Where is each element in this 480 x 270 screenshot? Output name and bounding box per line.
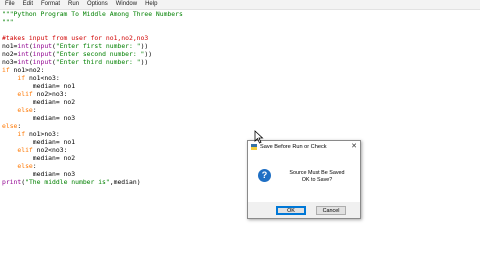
code-token: : xyxy=(32,106,37,114)
code-token: input xyxy=(32,50,53,58)
code-token: input xyxy=(32,58,53,66)
dialog-message-line1: Source Must Be Saved xyxy=(289,170,345,176)
code-token: ,median) xyxy=(109,178,141,186)
code-token: "Enter third number: " xyxy=(55,58,141,66)
cancel-button[interactable]: Cancel xyxy=(316,206,346,215)
code-token: else xyxy=(17,106,33,114)
code-token: no2<no3: xyxy=(32,146,68,154)
code-token: no1>no3: xyxy=(25,130,60,138)
python-feather-icon xyxy=(251,144,257,150)
mouse-pointer-icon xyxy=(254,130,264,144)
code-token: no1<no3: xyxy=(25,74,60,82)
code-token: """ xyxy=(2,18,14,26)
menu-format[interactable]: Format xyxy=(37,0,64,9)
code-line: median= no3 xyxy=(2,170,75,178)
code-line: if no1>no2: xyxy=(2,66,44,74)
code-line: """ xyxy=(2,18,14,26)
menu-edit[interactable]: Edit xyxy=(19,0,37,9)
code-token: median= no3 xyxy=(2,114,76,122)
code-line: median= no3 xyxy=(2,114,75,122)
code-line: elif no2>no3: xyxy=(2,90,67,98)
code-line: #takes input from user for no1,no2,no3 xyxy=(2,34,148,42)
menu-window[interactable]: Window xyxy=(112,0,141,9)
code-token: )) xyxy=(144,50,153,58)
code-token: else xyxy=(17,162,33,170)
code-line: else: xyxy=(2,162,37,170)
code-token: no1= xyxy=(2,42,18,50)
code-token: : xyxy=(17,122,22,130)
menu-options[interactable]: Options xyxy=(83,0,112,9)
code-line: elif no2<no3: xyxy=(2,146,67,154)
code-line: no1=int(input("Enter first number: ")) xyxy=(2,42,148,50)
code-token: no1>no2: xyxy=(9,66,45,74)
code-token: no2= xyxy=(2,50,18,58)
code-token: median= no1 xyxy=(2,82,76,90)
code-token: input xyxy=(32,42,53,50)
code-line: no2=int(input("Enter second number: ")) xyxy=(2,50,152,58)
dialog-title-bar: Save Before Run or Check ✕ xyxy=(248,141,360,153)
menu-bar: File Edit Format Run Options Window Help xyxy=(0,0,480,10)
menu-file[interactable]: File xyxy=(0,0,19,9)
code-editor[interactable]: """Python Program To Middle Among Three … xyxy=(0,10,480,200)
ok-button[interactable]: OK xyxy=(276,206,306,215)
code-token: median= no2 xyxy=(2,98,76,106)
code-token: elif xyxy=(17,146,33,154)
code-token: "Enter first number: " xyxy=(55,42,141,50)
code-token: )) xyxy=(140,58,149,66)
code-line: if no1<no3: xyxy=(2,74,60,82)
code-line: if no1>no3: xyxy=(2,130,60,138)
save-dialog: Save Before Run or Check ✕ ? Source Must… xyxy=(247,140,361,219)
code-line: print("The middle number is",median) xyxy=(2,178,141,186)
dialog-message-line2: OK to Save? xyxy=(301,176,333,183)
question-icon: ? xyxy=(258,169,271,182)
code-token: int xyxy=(17,42,29,50)
dialog-message: Source Must Be Saved OK to Save? xyxy=(278,170,356,183)
code-token: elif xyxy=(17,90,33,98)
code-token: median= no1 xyxy=(2,138,76,146)
code-token: "Enter second number: " xyxy=(55,50,145,58)
code-line: median= no2 xyxy=(2,98,75,106)
code-token: )) xyxy=(140,42,149,50)
code-token: print xyxy=(2,178,22,186)
code-token: median= no3 xyxy=(2,170,76,178)
code-line: else: xyxy=(2,122,21,130)
code-line: median= no2 xyxy=(2,154,75,162)
code-token: else xyxy=(2,122,18,130)
dialog-title: Save Before Run or Check xyxy=(260,144,327,150)
code-token: int xyxy=(17,58,29,66)
code-token: median= no2 xyxy=(2,154,76,162)
code-token: int xyxy=(17,50,29,58)
code-token: """Python Program To Middle Among Three … xyxy=(2,10,183,18)
code-token: no3= xyxy=(2,58,18,66)
code-line: median= no1 xyxy=(2,138,75,146)
code-token: if xyxy=(17,74,26,82)
dialog-body: ? Source Must Be Saved OK to Save? xyxy=(248,153,360,202)
code-token: "The middle number is" xyxy=(25,178,110,186)
code-token: if xyxy=(2,66,10,74)
code-line: """Python Program To Middle Among Three … xyxy=(2,10,183,18)
code-line: median= no1 xyxy=(2,82,75,90)
menu-run[interactable]: Run xyxy=(64,0,83,9)
close-icon[interactable]: ✕ xyxy=(351,141,357,153)
code-token: if xyxy=(17,130,26,138)
code-line: else: xyxy=(2,106,37,114)
code-line: no3=int(input("Enter third number: ")) xyxy=(2,58,148,66)
code-token: : xyxy=(32,162,37,170)
code-token: #takes input from user for no1,no2,no3 xyxy=(2,34,149,42)
menu-help[interactable]: Help xyxy=(141,0,161,9)
code-token: no2>no3: xyxy=(32,90,68,98)
